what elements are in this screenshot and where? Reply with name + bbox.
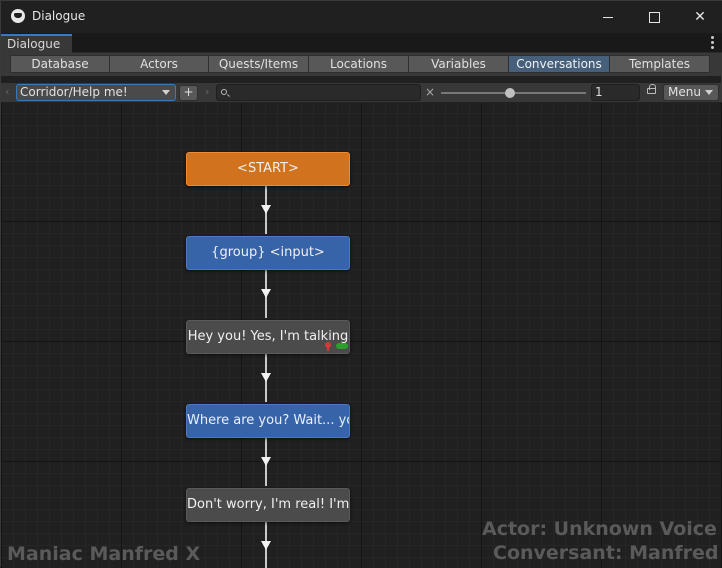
tab-actors[interactable]: Actors — [109, 55, 209, 73]
node-group-input[interactable]: {group} <input> — [186, 236, 350, 270]
forward-arrow-icon[interactable]: › — [205, 85, 209, 98]
search-input[interactable] — [216, 84, 421, 101]
section-tabs: Database Actors Quests/Items Locations V… — [1, 53, 722, 76]
kebab-menu-icon[interactable] — [711, 36, 715, 50]
tab-locations[interactable]: Locations — [308, 55, 409, 73]
tab-conversations[interactable]: Conversations — [508, 55, 610, 73]
conversation-toolbar: ‹ Corridor/Help me! + › × 1 Menu — [1, 83, 722, 103]
window-title: Dialogue — [32, 9, 86, 23]
dialogue-window: Dialogue ✕ Dialogue Database Actors Ques… — [0, 0, 722, 568]
menu-button[interactable]: Menu — [663, 84, 719, 101]
node-dialogue[interactable]: Don't worry, I'm real! I'm — [186, 488, 350, 522]
conversation-dropdown-value: Corridor/Help me! — [20, 85, 128, 99]
green-pin-icon — [336, 343, 348, 349]
zoom-field[interactable]: 1 — [591, 84, 640, 101]
arrow-down-icon — [261, 373, 271, 382]
node-dialogue[interactable]: Where are you? Wait... you — [186, 404, 350, 438]
lock-icon[interactable] — [647, 84, 656, 94]
tab-dialogue[interactable]: Dialogue — [1, 34, 72, 53]
node-canvas[interactable]: <START> {group} <input> Hey you! Yes, I'… — [1, 103, 722, 568]
app-logo-icon — [11, 9, 25, 23]
actor-label: Actor: Unknown Voice — [482, 518, 717, 540]
tab-database[interactable]: Database — [10, 55, 110, 73]
title-bar: Dialogue ✕ — [1, 1, 722, 33]
clear-search-button[interactable]: × — [425, 85, 435, 99]
red-pin-icon — [325, 342, 331, 351]
arrow-down-icon — [261, 457, 271, 466]
maximize-button[interactable] — [631, 1, 677, 33]
zoom-slider-handle[interactable] — [505, 88, 515, 98]
project-watermark: Maniac Manfred X — [7, 543, 201, 565]
search-icon — [221, 89, 227, 95]
back-arrow-icon[interactable]: ‹ — [5, 85, 9, 98]
chevron-down-icon — [705, 90, 713, 95]
editor-tab-strip: Dialogue — [1, 33, 722, 53]
tab-templates[interactable]: Templates — [609, 55, 710, 73]
close-button[interactable]: ✕ — [677, 1, 722, 33]
node-start[interactable]: <START> — [186, 152, 350, 186]
tab-variables[interactable]: Variables — [408, 55, 509, 73]
arrow-down-icon — [261, 205, 271, 214]
add-conversation-button[interactable]: + — [179, 85, 198, 101]
menu-button-label: Menu — [668, 85, 701, 99]
arrow-down-icon — [261, 541, 271, 550]
conversation-dropdown[interactable]: Corridor/Help me! — [16, 84, 176, 101]
chevron-down-icon — [162, 90, 170, 95]
node-dialogue[interactable]: Hey you! Yes, I'm talking — [186, 320, 350, 354]
arrow-down-icon — [261, 289, 271, 298]
minimize-button[interactable] — [585, 1, 631, 33]
conversant-label: Conversant: Manfred — [493, 542, 719, 564]
tab-quests-items[interactable]: Quests/Items — [208, 55, 309, 73]
